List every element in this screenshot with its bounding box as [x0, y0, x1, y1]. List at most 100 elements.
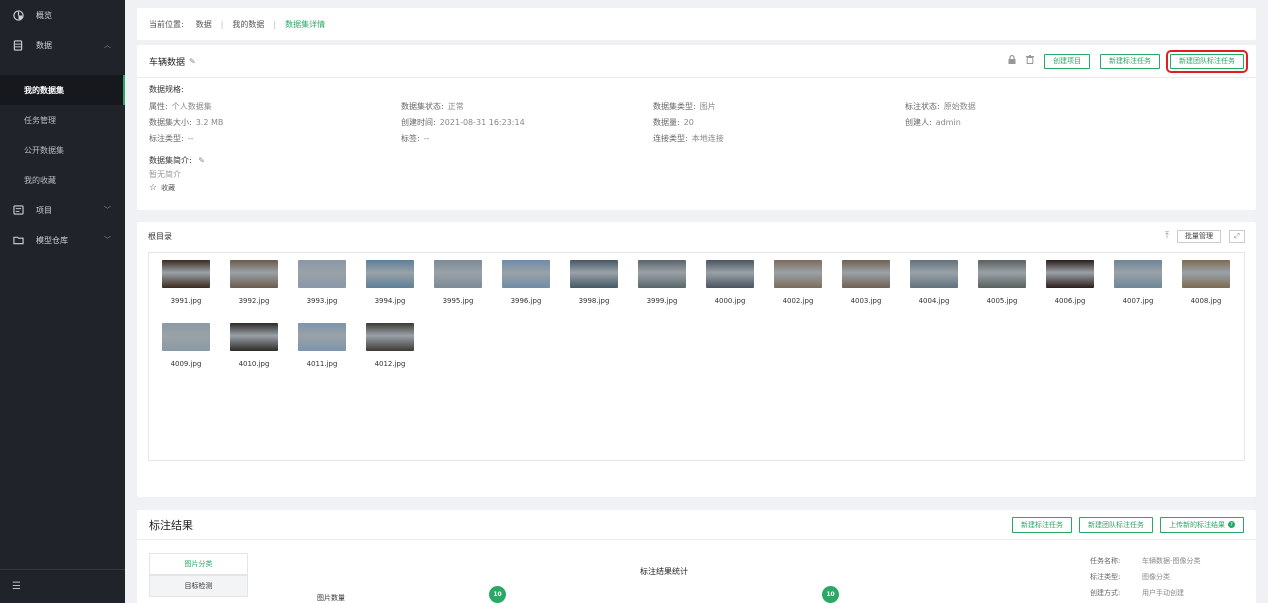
field-key: 创建人: — [905, 118, 932, 127]
lock-icon[interactable] — [1008, 54, 1016, 67]
batch-manage-button[interactable]: 批量管理 — [1177, 229, 1221, 243]
image-thumbnail[interactable]: 3995.jpg — [424, 258, 492, 316]
thumbnail-image — [1046, 260, 1094, 288]
file-name: 3998.jpg — [578, 297, 610, 305]
breadcrumb-separator: | — [220, 19, 224, 29]
file-name: 4005.jpg — [986, 297, 1018, 305]
new-team-label-task-button[interactable]: 新建团队标注任务 — [1166, 49, 1248, 73]
sidebar-subitem-my-favorites[interactable]: 我的收藏 — [0, 165, 125, 195]
meta-row: 任务名称: 车辆数据-图像分类 — [1090, 556, 1250, 572]
thumbnail-image — [366, 323, 414, 351]
thumbnail-image — [366, 260, 414, 288]
thumbnail-image — [706, 260, 754, 288]
expand-icon[interactable]: ⤢ — [1229, 229, 1245, 243]
sidebar-subitem-my-datasets[interactable]: 我的数据集 — [0, 75, 125, 105]
result-header: 标注结果 新建标注任务 新建团队标注任务 上传新的标注结果 ? — [137, 510, 1256, 540]
edit-description-icon[interactable]: ✎ — [198, 156, 205, 165]
sidebar-item-project[interactable]: 项目 ﹀ — [0, 195, 125, 225]
info-icon: ? — [1228, 521, 1235, 528]
image-thumbnail[interactable]: 4011.jpg — [288, 321, 356, 379]
file-name: 3996.jpg — [510, 297, 542, 305]
field-key: 创建时间: — [401, 118, 436, 127]
count-bubble: 10 — [489, 586, 506, 603]
field-value: 20 — [683, 118, 694, 127]
dataset-field: 创建时间: 2021-08-31 16:23:14 — [401, 117, 653, 129]
file-name: 4000.jpg — [714, 297, 746, 305]
image-thumbnail[interactable]: 4003.jpg — [832, 258, 900, 316]
thumbnail-image — [842, 260, 890, 288]
dataset-field: 创建人: admin — [905, 117, 1157, 129]
image-thumbnail[interactable]: 4007.jpg — [1104, 258, 1172, 316]
image-thumbnail[interactable]: 4010.jpg — [220, 321, 288, 379]
image-thumbnail[interactable]: 4004.jpg — [900, 258, 968, 316]
sidebar-item-model-repo[interactable]: 模型仓库 ﹀ — [0, 225, 125, 255]
file-name: 3993.jpg — [306, 297, 338, 305]
sidebar-collapse-button[interactable]: ☰ — [0, 569, 125, 603]
tab-image-classification[interactable]: 图片分类 — [149, 553, 248, 575]
file-name: 4008.jpg — [1190, 297, 1222, 305]
thumbnail-image — [1182, 260, 1230, 288]
sidebar-item-overview[interactable]: 概览 — [0, 0, 125, 30]
breadcrumb: 当前位置: 数据 | 我的数据 | 数据集详情 — [137, 8, 1256, 40]
image-thumbnail[interactable]: 3999.jpg — [628, 258, 696, 316]
image-thumbnail[interactable]: 4005.jpg — [968, 258, 1036, 316]
new-label-task-button[interactable]: 新建标注任务 — [1100, 53, 1160, 69]
field-value: 本地连接 — [691, 134, 724, 143]
delete-icon[interactable] — [1026, 55, 1034, 67]
image-thumbnail[interactable]: 4008.jpg — [1172, 258, 1240, 316]
image-thumbnail[interactable]: 3991.jpg — [152, 258, 220, 316]
image-thumbnail[interactable]: 4000.jpg — [696, 258, 764, 316]
dataset-field: 连接类型: 本地连接 — [653, 133, 905, 145]
chevron-up-icon: ︿ — [104, 41, 111, 49]
upload-icon[interactable]: ⤒ — [1165, 231, 1169, 241]
new-team-label-task-button[interactable]: 新建团队标注任务 — [1079, 516, 1153, 533]
upload-result-button[interactable]: 上传新的标注结果 ? — [1160, 516, 1244, 533]
count-bubble: 10 — [822, 586, 839, 603]
dataset-fields: 属性: 个人数据集 数据集状态: 正常 数据集类型: 图片 标注状态: 原始数据 数据集大小: 3… — [149, 101, 1244, 145]
create-project-button[interactable]: 创建项目 — [1044, 53, 1090, 69]
result-title: 标注结果 — [149, 518, 193, 532]
field-key: 连接类型: — [653, 134, 688, 143]
file-name: 4004.jpg — [918, 297, 950, 305]
image-thumbnail[interactable]: 3996.jpg — [492, 258, 560, 316]
file-name: 3995.jpg — [442, 297, 474, 305]
dataset-info-header: 车辆数据 ✎ 创建项目 新建标注任务 新建团队标注任务 — [137, 45, 1256, 78]
thumbnail-image — [162, 260, 210, 288]
dataset-info-body: 数据规格: 属性: 个人数据集 数据集状态: 正常 数据集类型: 图片 标注状态: 原始数据数… — [137, 78, 1256, 199]
favorite-toggle[interactable]: ☆ 收藏 — [149, 183, 1244, 193]
image-thumbnail[interactable]: 3994.jpg — [356, 258, 424, 316]
thumbnail-image — [978, 260, 1026, 288]
file-name: 4012.jpg — [374, 360, 406, 368]
field-value: -- — [423, 134, 430, 143]
field-key: 标注状态: — [905, 102, 940, 111]
field-value: 3.2 MB — [195, 118, 224, 127]
file-name: 4006.jpg — [1054, 297, 1086, 305]
new-label-task-button[interactable]: 新建标注任务 — [1012, 516, 1072, 533]
image-thumbnail[interactable]: 4006.jpg — [1036, 258, 1104, 316]
tab-object-detection[interactable]: 目标检测 — [149, 575, 248, 597]
image-thumbnail[interactable]: 3998.jpg — [560, 258, 628, 316]
thumbnail-image — [774, 260, 822, 288]
image-thumbnail[interactable]: 4012.jpg — [356, 321, 424, 379]
thumbnail-grid: 3991.jpg 3992.jpg 3993.jpg 3994.jpg 3995.jpg… — [148, 252, 1245, 461]
sidebar-subitem-public-datasets[interactable]: 公开数据集 — [0, 135, 125, 165]
file-name: 4007.jpg — [1122, 297, 1154, 305]
file-name: 3992.jpg — [238, 297, 270, 305]
breadcrumb-item-my-data[interactable]: 我的数据 — [232, 19, 264, 30]
edit-icon[interactable]: ✎ — [189, 57, 196, 66]
sidebar-subitem-task-management[interactable]: 任务管理 — [0, 105, 125, 135]
database-icon — [12, 39, 24, 51]
image-thumbnail[interactable]: 4002.jpg — [764, 258, 832, 316]
breadcrumb-item-data[interactable]: 数据 — [196, 19, 212, 30]
image-thumbnail[interactable]: 3992.jpg — [220, 258, 288, 316]
field-value: 正常 — [447, 102, 464, 111]
sidebar-item-data[interactable]: 数据 ︿ — [0, 30, 125, 60]
image-thumbnail[interactable]: 3993.jpg — [288, 258, 356, 316]
chevron-down-icon: ﹀ — [104, 236, 111, 244]
upload-result-label: 上传新的标注结果 — [1169, 520, 1225, 529]
field-key: 数据集类型: — [653, 102, 696, 111]
image-thumbnail[interactable]: 4009.jpg — [152, 321, 220, 379]
thumbnail-image — [910, 260, 958, 288]
file-name: 3994.jpg — [374, 297, 406, 305]
field-value: 图片 — [699, 102, 716, 111]
